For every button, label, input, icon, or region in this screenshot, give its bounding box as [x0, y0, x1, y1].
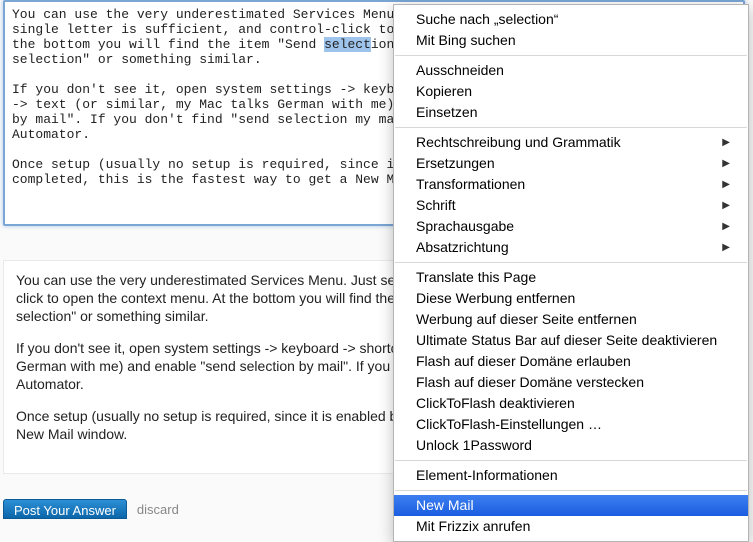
context-menu-item[interactable]: Rechtschreibung und Grammatik ▶ [394, 132, 748, 153]
context-menu-item-label: Einsetzen [416, 103, 477, 122]
post-answer-button[interactable]: Post Your Answer [3, 499, 127, 519]
context-menu-item[interactable]: ClickToFlash deaktivieren [394, 393, 748, 414]
submenu-arrow-icon: ▶ [722, 217, 730, 236]
context-menu-item[interactable]: Flash auf dieser Domäne erlauben [394, 351, 748, 372]
context-menu-separator [395, 127, 747, 128]
context-menu-item-label: ClickToFlash deaktivieren [416, 394, 575, 413]
context-menu-separator [395, 262, 747, 263]
context-menu-item[interactable]: Kopieren [394, 81, 748, 102]
context-menu-item[interactable]: ClickToFlash-Einstellungen … [394, 414, 748, 435]
context-menu-item[interactable]: Flash auf dieser Domäne verstecken [394, 372, 748, 393]
context-menu-separator [395, 490, 747, 491]
context-menu-item[interactable]: Element-Informationen [394, 465, 748, 486]
context-menu-item[interactable]: Einsetzen [394, 102, 748, 123]
context-menu-item[interactable]: Schrift ▶ [394, 195, 748, 216]
context-menu-item-label: Schrift [416, 196, 456, 215]
context-menu-item-label: Flash auf dieser Domäne verstecken [416, 373, 644, 392]
context-menu-item-label: Ersetzungen [416, 154, 495, 173]
context-menu-item-label: Ultimate Status Bar auf dieser Seite dea… [416, 331, 717, 350]
context-menu-item[interactable]: Werbung auf dieser Seite entfernen [394, 309, 748, 330]
submenu-arrow-icon: ▶ [722, 175, 730, 194]
context-menu-item[interactable]: Sprachausgabe ▶ [394, 216, 748, 237]
submenu-arrow-icon: ▶ [722, 238, 730, 257]
context-menu-item-label: Rechtschreibung und Grammatik [416, 133, 621, 152]
submenu-arrow-icon: ▶ [722, 196, 730, 215]
context-menu-item-label: Diese Werbung entfernen [416, 289, 575, 308]
context-menu-item-label: Mit Bing suchen [416, 31, 516, 50]
editor-selection: select [324, 37, 371, 52]
context-menu-item-label: Flash auf dieser Domäne erlauben [416, 352, 631, 371]
context-menu-item[interactable]: Translate this Page [394, 267, 748, 288]
context-menu-item-label: Sprachausgabe [416, 217, 514, 236]
context-menu-item[interactable]: Diese Werbung entfernen [394, 288, 748, 309]
context-menu-item-label: New Mail [416, 496, 474, 515]
context-menu-item[interactable]: Ersetzungen ▶ [394, 153, 748, 174]
context-menu-item-label: Mit Frizzix anrufen [416, 517, 530, 536]
context-menu-item-label: Translate this Page [416, 268, 536, 287]
context-menu-item-label: Ausschneiden [416, 61, 504, 80]
context-menu-item[interactable]: Ultimate Status Bar auf dieser Seite dea… [394, 330, 748, 351]
submenu-arrow-icon: ▶ [722, 133, 730, 152]
context-menu-item-label: Absatzrichtung [416, 238, 509, 257]
context-menu-item[interactable]: Transformationen ▶ [394, 174, 748, 195]
context-menu-item-label: ClickToFlash-Einstellungen … [416, 415, 602, 434]
context-menu-item-label: Suche nach „selection“ [416, 10, 558, 29]
context-menu-item-label: Element-Informationen [416, 466, 558, 485]
context-menu-separator [395, 55, 747, 56]
context-menu-item-label: Werbung auf dieser Seite entfernen [416, 310, 637, 329]
context-menu-item-label: Unlock 1Password [416, 436, 532, 455]
context-menu[interactable]: Suche nach „selection“ Mit Bing suchen Aus… [393, 4, 749, 542]
context-menu-item-label: Kopieren [416, 82, 472, 101]
context-menu-item-label: Transformationen [416, 175, 525, 194]
context-menu-item[interactable]: Mit Bing suchen [394, 30, 748, 51]
context-menu-item[interactable]: Unlock 1Password [394, 435, 748, 456]
context-menu-separator [395, 460, 747, 461]
context-menu-item[interactable]: Suche nach „selection“ [394, 9, 748, 30]
discard-link[interactable]: discard [137, 502, 179, 517]
context-menu-item[interactable]: New Mail [394, 495, 748, 516]
context-menu-item[interactable]: Mit Frizzix anrufen [394, 516, 748, 537]
context-menu-item[interactable]: Absatzrichtung ▶ [394, 237, 748, 258]
context-menu-item[interactable]: Ausschneiden [394, 60, 748, 81]
submenu-arrow-icon: ▶ [722, 154, 730, 173]
